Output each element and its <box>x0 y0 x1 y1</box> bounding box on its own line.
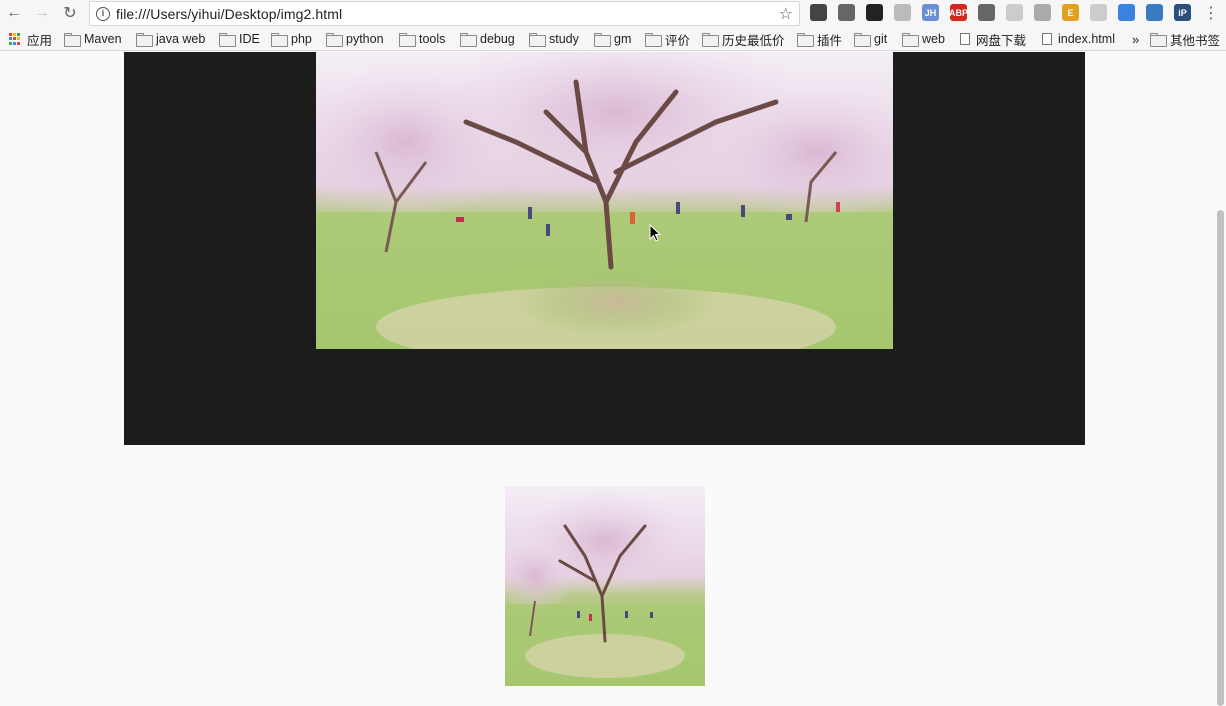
reload-button[interactable]: ↻ <box>61 4 79 22</box>
back-arrow-icon: ← <box>6 4 22 21</box>
bookmark-label: debug <box>480 32 515 46</box>
bookmark-label: java web <box>156 32 206 46</box>
folder-icon <box>399 33 416 47</box>
s-extension-icon[interactable] <box>1146 4 1163 21</box>
bookmark-label: IDE <box>239 32 260 46</box>
forward-arrow-icon: → <box>34 4 50 21</box>
bookmark-item[interactable]: 评价 <box>645 31 691 48</box>
bookmark-other[interactable]: 其他书签 <box>1150 31 1221 48</box>
gear-extension-icon[interactable] <box>978 4 995 21</box>
scrollbar-thumb[interactable] <box>1217 210 1224 706</box>
jh-extension-icon[interactable]: JH <box>922 4 939 21</box>
tree-extension-icon[interactable] <box>1006 4 1023 21</box>
bookmarks-bar: 应用 Maven java web IDE php python tools debug st… <box>0 27 1226 51</box>
menu-button[interactable]: ⋮ <box>1202 4 1220 22</box>
mouse-cursor-icon <box>649 223 662 242</box>
page-icon <box>960 33 970 45</box>
folder-icon <box>271 33 288 47</box>
cherry-blossom-photo[interactable] <box>316 52 893 349</box>
bookmark-star-icon[interactable]: ☆ <box>779 4 793 24</box>
bookmark-item[interactable]: web <box>902 31 945 47</box>
bookmark-item[interactable]: java web <box>136 31 205 47</box>
cherry-blossom-thumbnail-scene <box>505 486 705 686</box>
bookmark-item[interactable]: git <box>854 31 887 47</box>
folder-icon <box>797 33 814 47</box>
bookmark-label: tools <box>419 32 446 46</box>
globe-extension-icon[interactable] <box>894 4 911 21</box>
folder-icon <box>136 33 153 47</box>
bookmark-label: Maven <box>84 32 122 46</box>
bookmark-item[interactable]: python <box>326 31 384 47</box>
folder-icon <box>594 33 611 47</box>
folder-icon <box>854 33 871 47</box>
bookmark-item[interactable]: 网盘下载 <box>960 31 1027 48</box>
e-extension-icon[interactable]: E <box>1062 4 1079 21</box>
bookmark-label: 网盘下载 <box>976 33 1027 48</box>
bookmark-apps[interactable]: 应用 <box>9 31 53 48</box>
bookmark-item[interactable]: debug <box>460 31 515 47</box>
doc-extension-icon[interactable] <box>1090 4 1107 21</box>
abp-extension-icon[interactable]: ABP <box>949 4 968 21</box>
bookmark-item[interactable]: tools <box>399 31 445 47</box>
qr-extension-icon[interactable] <box>838 4 855 21</box>
browser-toolbar: ← → ↻ i file:///Users/yihui/Desktop/img2… <box>0 0 1226 27</box>
bookmark-label: 其他书签 <box>1170 33 1221 48</box>
page-icon <box>1042 33 1052 45</box>
folder-icon <box>1150 33 1167 47</box>
forward-button[interactable]: → <box>33 4 51 22</box>
double-chevron-icon: » <box>1132 31 1140 47</box>
folder-icon <box>326 33 343 47</box>
ip-extension-icon[interactable]: iP <box>1174 4 1191 21</box>
bookmark-label: 插件 <box>817 33 843 48</box>
vertical-scrollbar[interactable] <box>1214 52 1226 706</box>
bookmark-item[interactable]: study <box>529 31 579 47</box>
bookmark-label: php <box>291 32 312 46</box>
bookmark-overflow-button[interactable]: » <box>1132 31 1139 47</box>
bookmark-label: python <box>346 32 384 46</box>
folder-icon <box>219 33 236 47</box>
cherry-blossom-scene <box>316 52 893 349</box>
pocket-extension-icon[interactable] <box>1118 4 1135 21</box>
folder-icon <box>645 33 662 47</box>
address-bar[interactable]: i file:///Users/yihui/Desktop/img2.html … <box>89 1 800 26</box>
bookmark-item[interactable]: index.html <box>1042 31 1115 47</box>
bookmark-label: index.html <box>1058 32 1115 46</box>
apps-grid-icon <box>9 32 22 46</box>
folder-icon <box>702 33 719 47</box>
bookmark-label: web <box>922 32 945 46</box>
folder-icon <box>64 33 81 47</box>
bookmark-label: study <box>549 32 579 46</box>
bookmark-label: 历史最低价 <box>722 33 785 48</box>
kebab-menu-icon: ⋮ <box>1203 5 1219 22</box>
folder-icon <box>529 33 546 47</box>
bookmark-label: 应用 <box>27 33 53 48</box>
bookmark-item[interactable]: 插件 <box>797 31 843 48</box>
folder-icon <box>902 33 919 47</box>
bookmark-item[interactable]: gm <box>594 31 631 47</box>
check-extension-icon[interactable] <box>1034 4 1051 21</box>
puzzle-extension-icon[interactable] <box>810 4 827 21</box>
folder-icon <box>460 33 477 47</box>
bookmark-item[interactable]: 历史最低价 <box>702 31 785 48</box>
reload-icon: ↻ <box>63 5 77 22</box>
url-text: file:///Users/yihui/Desktop/img2.html <box>116 5 343 22</box>
bookmark-item[interactable]: Maven <box>64 31 122 47</box>
cherry-blossom-thumbnail[interactable] <box>505 486 705 686</box>
bookmark-item[interactable]: php <box>271 31 312 47</box>
qrcode-extension-icon[interactable] <box>866 4 883 21</box>
bookmark-item[interactable]: IDE <box>219 31 260 47</box>
bookmark-label: 评价 <box>665 33 691 48</box>
bookmark-label: gm <box>614 32 632 46</box>
bookmark-label: git <box>874 32 888 46</box>
back-button[interactable]: ← <box>5 4 23 22</box>
info-icon[interactable]: i <box>96 6 110 21</box>
